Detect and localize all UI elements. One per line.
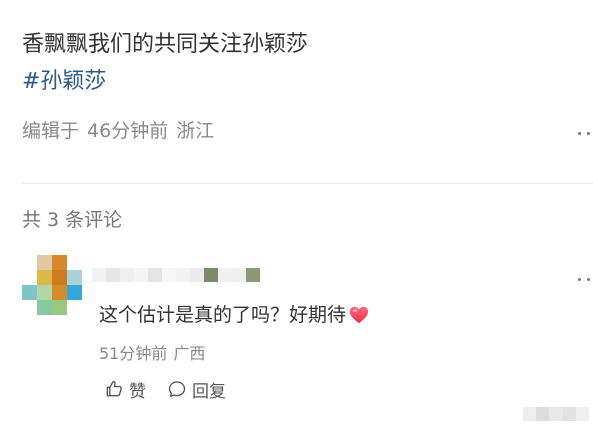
comment-more-icon[interactable] <box>578 269 593 289</box>
watermark <box>523 407 590 421</box>
reply-label: 回复 <box>192 381 226 402</box>
reply-button[interactable]: 回复 <box>167 376 226 402</box>
comment-meta: 51分钟前 广西 <box>99 342 211 366</box>
post-more-icon[interactable] <box>578 123 593 143</box>
comment-body: 这个估计是真的了吗？好期待 <box>99 301 370 329</box>
topic-link[interactable]: #孙颖莎 <box>22 66 106 98</box>
post-time: 46分钟前 <box>87 120 169 142</box>
post-location: 浙江 <box>176 120 215 142</box>
like-label: 赞 <box>129 381 146 402</box>
comment-bubble-icon <box>168 381 186 397</box>
heart-emoji-icon <box>348 304 370 326</box>
post-meta: 编辑于 46分钟前 浙江 <box>22 117 222 145</box>
comment-username[interactable] <box>92 266 260 288</box>
divider <box>22 183 593 184</box>
comment-time: 51分钟前 <box>99 344 168 363</box>
thumbs-up-icon <box>106 380 122 397</box>
post-text: 香飘飘我们的共同关注孙颖莎 <box>22 32 309 57</box>
comment-location: 广西 <box>173 344 206 363</box>
like-button[interactable]: 赞 <box>104 376 146 402</box>
edited-label: 编辑于 <box>22 120 80 142</box>
comment-count: 共 3 条评论 <box>22 209 123 231</box>
comment-text: 这个估计是真的了吗？好期待 <box>99 304 347 326</box>
avatar[interactable] <box>22 255 82 330</box>
